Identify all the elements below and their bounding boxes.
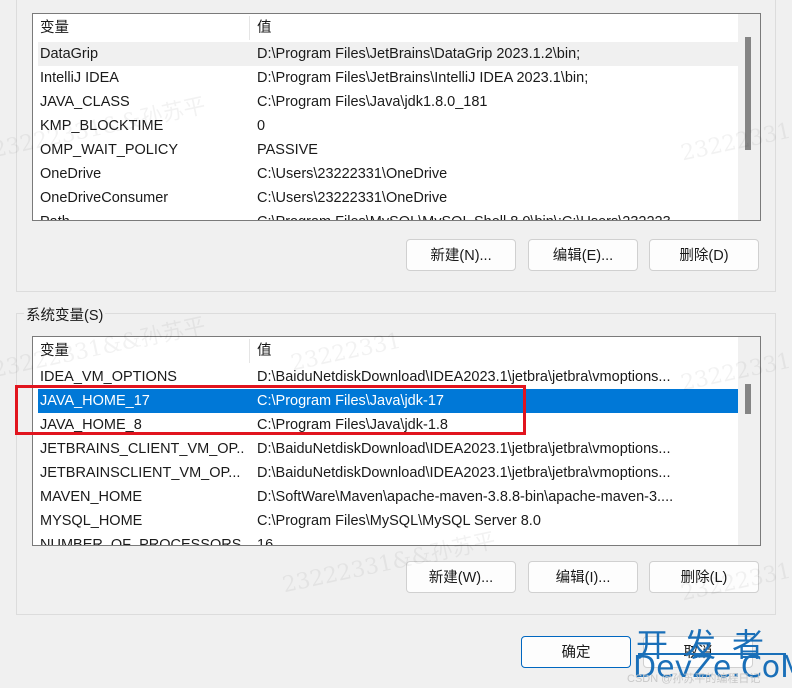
system-new-button[interactable]: 新建(W)... — [406, 561, 516, 593]
table-row[interactable]: IDEA_VM_OPTIONS D:\BaiduNetdiskDownload\I… — [33, 365, 738, 389]
table-row[interactable]: JAVA_CLASS C:\Program Files\Java\jdk1.8.0… — [33, 90, 738, 114]
table-row[interactable]: KMP_BLOCKTIME 0 — [33, 114, 738, 138]
system-edit-button[interactable]: 编辑(I)... — [528, 561, 638, 593]
variable-name: KMP_BLOCKTIME — [40, 118, 164, 134]
list-header: 变量 值 — [33, 14, 738, 42]
column-header-value[interactable]: 值 — [257, 14, 272, 42]
table-row[interactable]: OneDriveConsumer C:\Users\23222331\OneDri… — [33, 186, 738, 210]
variable-value: C:\Program Files\MySQL\MySQL Server 8.0 — [257, 513, 541, 529]
user-delete-button[interactable]: 删除(D) — [649, 239, 759, 271]
table-row[interactable]: JETBRAINS_CLIENT_VM_OP... D:\BaiduNetdisk… — [33, 437, 738, 461]
table-row[interactable]: MAVEN_HOME D:\SoftWare\Maven\apache-maven… — [33, 485, 738, 509]
variable-name: OneDrive — [40, 166, 102, 182]
table-row[interactable]: OneDrive C:\Users\23222331\OneDrive — [33, 162, 738, 186]
table-row-selected[interactable]: JAVA_HOME_17 C:\Program Files\Java\jdk-17 — [38, 389, 738, 413]
system-delete-button[interactable]: 删除(L) — [649, 561, 759, 593]
variable-value: D:\BaiduNetdiskDownload\IDEA2023.1\jetbr… — [257, 441, 671, 457]
variable-name: MYSQL_HOME — [40, 513, 143, 529]
table-row[interactable]: JAVA_HOME_8 C:\Program Files\Java\jdk-1.8 — [33, 413, 738, 437]
variable-value: C:\Program Files\Java\jdk1.8.0_181 — [257, 94, 488, 110]
variable-value: C:\Program Files\MySQL\MySQL Shell 8.0\b… — [257, 210, 735, 220]
variable-value: C:\Users\23222331\OneDrive — [257, 190, 448, 206]
variable-name: JAVA_HOME_8 — [40, 417, 142, 433]
system-variables-label: 系统变量(S) — [24, 304, 106, 325]
vertical-scrollbar[interactable] — [738, 337, 760, 545]
variable-value: D:\Program Files\JetBrains\DataGrip 2023… — [257, 46, 581, 62]
variable-value: C:\Program Files\Java\jdk-17 — [257, 393, 444, 409]
list-header: 变量 值 — [33, 337, 738, 365]
variable-value: C:\Users\23222331\OneDrive — [257, 166, 448, 182]
variable-value: 0 — [257, 118, 266, 134]
variable-name: NUMBER_OF_PROCESSORS — [40, 537, 242, 546]
variable-name: Path — [40, 210, 245, 220]
variable-value: D:\Program Files\JetBrains\IntelliJ IDEA… — [257, 70, 589, 86]
variable-name: JETBRAINSCLIENT_VM_OP... — [40, 465, 241, 481]
variable-name: MAVEN_HOME — [40, 489, 143, 505]
column-divider[interactable] — [249, 16, 250, 40]
user-new-button[interactable]: 新建(N)... — [406, 239, 516, 271]
table-row[interactable]: NUMBER_OF_PROCESSORS 16 — [33, 533, 738, 546]
table-row[interactable]: JETBRAINSCLIENT_VM_OP... D:\BaiduNetdiskD… — [33, 461, 738, 485]
csdn-credit: CSDN @孙苏平的编程日记 — [627, 673, 761, 685]
variable-value: D:\BaiduNetdiskDownload\IDEA2023.1\jetbr… — [257, 369, 671, 385]
variable-value: D:\SoftWare\Maven\apache-maven-3.8.8-bin… — [257, 489, 674, 505]
variable-value: C:\Program Files\Java\jdk-1.8 — [257, 417, 448, 433]
variable-name: JAVA_HOME_17 — [40, 393, 150, 409]
table-row[interactable]: IntelliJ IDEA D:\Program Files\JetBrains\… — [33, 66, 738, 90]
user-variables-list[interactable]: 变量 值 DataGrip D:\Program Files\JetBrains\… — [32, 13, 761, 221]
ok-button[interactable]: 确定 — [521, 636, 631, 668]
variable-name: JETBRAINS_CLIENT_VM_OP... — [40, 441, 245, 457]
variable-name: OneDriveConsumer — [40, 190, 169, 206]
table-row[interactable]: Path C:\Program Files\MySQL\MySQL Shell 8… — [33, 210, 738, 220]
table-row[interactable]: DataGrip D:\Program Files\JetBrains\DataG… — [38, 42, 738, 66]
table-row[interactable]: OMP_WAIT_POLICY PASSIVE — [33, 138, 738, 162]
variable-value: PASSIVE — [257, 142, 318, 158]
column-header-variable[interactable]: 变量 — [40, 337, 69, 365]
table-row[interactable]: MYSQL_HOME C:\Program Files\MySQL\MySQL S… — [33, 509, 738, 533]
scrollbar-thumb[interactable] — [745, 37, 751, 150]
cancel-button[interactable]: 取消 — [643, 636, 753, 668]
user-edit-button[interactable]: 编辑(E)... — [528, 239, 638, 271]
variable-name: DataGrip — [40, 46, 99, 62]
vertical-scrollbar[interactable] — [738, 14, 760, 220]
variable-value: 16 — [257, 537, 274, 546]
variable-name: JAVA_CLASS — [40, 94, 130, 110]
scrollbar-thumb[interactable] — [745, 384, 751, 414]
system-variables-list[interactable]: 变量 值 IDEA_VM_OPTIONS D:\BaiduNetdiskDownl… — [32, 336, 761, 546]
variable-name: OMP_WAIT_POLICY — [40, 142, 179, 158]
variable-value: D:\BaiduNetdiskDownload\IDEA2023.1\jetbr… — [257, 465, 671, 481]
variable-name: IDEA_VM_OPTIONS — [40, 369, 177, 385]
column-header-value[interactable]: 值 — [257, 337, 272, 365]
column-header-variable[interactable]: 变量 — [40, 14, 69, 42]
column-divider[interactable] — [249, 339, 250, 363]
variable-name: IntelliJ IDEA — [40, 70, 119, 86]
